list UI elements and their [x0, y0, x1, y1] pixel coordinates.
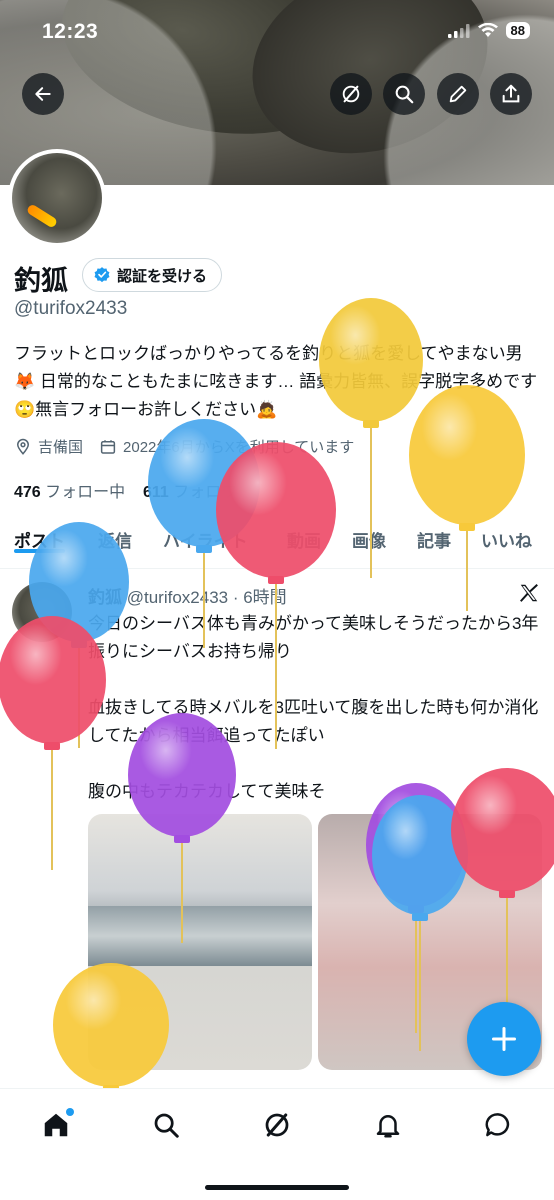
- post-paragraph: 今日のシーバス体も青みがかって美味しそうだったから3年振りにシーバスお持ち帰り: [88, 614, 539, 661]
- verified-badge-icon: [94, 267, 110, 283]
- get-verified-label: 認証を受ける: [117, 267, 208, 285]
- post-time: · 6時間: [232, 588, 287, 607]
- location-text: 吉備国: [38, 439, 84, 456]
- tab-articles[interactable]: 記事: [417, 517, 451, 552]
- tab-replies[interactable]: 返信: [98, 517, 132, 552]
- arrow-left-icon: [35, 87, 51, 101]
- post-header: 釣狐 @turifox2433 · 6時間: [88, 583, 287, 608]
- tab-highlights[interactable]: ハイライト: [163, 517, 248, 552]
- mail-icon: [485, 1113, 510, 1137]
- signal-icon: [447, 23, 470, 38]
- bottom-navigation: [0, 1088, 554, 1200]
- tab-likes[interactable]: いいね: [481, 517, 532, 552]
- profile-handle: @turifox2433: [14, 298, 128, 319]
- profile-bio: フラットとロックばっかりやってるを釣りと狐を愛してやまない男🦊 日常的なこともた…: [14, 344, 538, 419]
- search-icon: [395, 85, 414, 104]
- home-indicator: [205, 1185, 349, 1190]
- tab-videos[interactable]: 動画: [287, 517, 321, 552]
- grok-button[interactable]: [330, 73, 372, 115]
- tab-posts[interactable]: ポスト: [14, 517, 65, 553]
- nav-home[interactable]: [36, 1105, 76, 1145]
- wifi-icon: [477, 23, 498, 37]
- grok-icon: [342, 85, 360, 103]
- bell-icon: [376, 1115, 400, 1138]
- post-author-handle: @turifox2433: [126, 588, 229, 607]
- edit-button[interactable]: [437, 73, 479, 115]
- post-paragraph: 腹の中もテカテカしてて美味そ: [88, 782, 326, 801]
- search-icon: [154, 1113, 179, 1138]
- post-paragraph: 血抜きしてる時メバルを3匹吐いて腹を出した時も何か消化してたから相当餌追ってたぽ…: [88, 698, 539, 745]
- seabass-image: [88, 906, 312, 966]
- nav-notifications[interactable]: [368, 1105, 408, 1145]
- pencil-icon: [449, 85, 467, 103]
- share-button[interactable]: [490, 73, 532, 115]
- share-icon: [502, 84, 520, 103]
- nav-grok[interactable]: [257, 1105, 297, 1145]
- follow-stats: 476 フォロー中 611 フォロワー: [14, 478, 253, 502]
- lure-image: [25, 203, 59, 229]
- x-logo-icon: [518, 582, 540, 609]
- profile-avatar[interactable]: [8, 149, 106, 247]
- post-text[interactable]: 今日のシーバス体も青みがかって美味しそうだったから3年振りにシーバスお持ち帰り …: [88, 610, 544, 834]
- back-button[interactable]: [22, 73, 64, 115]
- profile-meta: 吉備国 2022年6月からXを利用しています: [14, 436, 354, 457]
- location-pin-icon: [16, 438, 30, 455]
- profile-name: 釣狐: [14, 266, 68, 296]
- plus-icon: [491, 1026, 517, 1052]
- status-time: 12:23: [42, 20, 99, 43]
- post-author-name[interactable]: 釣狐: [88, 588, 122, 607]
- search-button[interactable]: [383, 73, 425, 115]
- status-bar: 12:23 88: [0, 0, 554, 66]
- profile-tabs: ポスト 返信 ハイライト 動画 画像 記事 いいね: [0, 517, 554, 569]
- followers-link[interactable]: 611 フォロワー: [143, 484, 253, 501]
- calendar-icon: [100, 439, 116, 454]
- nav-messages[interactable]: [478, 1105, 518, 1145]
- nav-search[interactable]: [146, 1105, 186, 1145]
- following-link[interactable]: 476 フォロー中: [14, 484, 125, 501]
- get-verified-button[interactable]: 認証を受ける: [82, 258, 223, 292]
- tab-images[interactable]: 画像: [352, 517, 386, 552]
- battery-indicator: 88: [505, 22, 530, 39]
- joined-text: 2022年6月からXを利用しています: [123, 439, 355, 456]
- post-image-1[interactable]: [88, 814, 312, 1070]
- grok-icon: [265, 1113, 289, 1137]
- post-avatar[interactable]: [12, 582, 72, 642]
- notification-dot: [66, 1108, 74, 1116]
- compose-button[interactable]: [467, 1002, 541, 1076]
